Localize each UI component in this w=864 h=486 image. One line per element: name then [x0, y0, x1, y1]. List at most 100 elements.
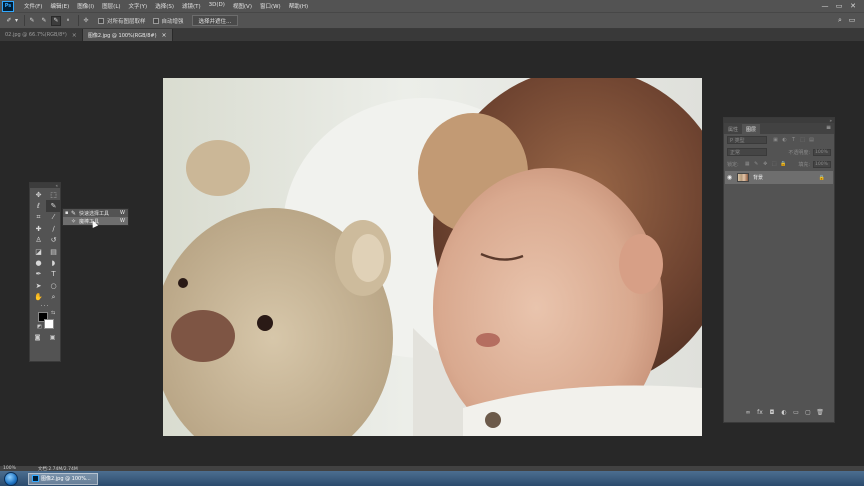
add-mask-icon[interactable]: ◘	[766, 409, 778, 416]
link-layers-icon[interactable]: ∞	[742, 409, 754, 416]
close-icon[interactable]: ×	[72, 32, 77, 39]
lock-all-icon[interactable]: 🔒	[779, 161, 788, 167]
menu-window[interactable]: 窗口(W)	[256, 2, 285, 10]
smart-object-filter-icon[interactable]: ▤	[807, 137, 816, 143]
close-button[interactable]: ✕	[846, 2, 860, 10]
menu-edit[interactable]: 编辑(E)	[46, 2, 73, 10]
new-selection-icon[interactable]: ✎	[27, 16, 37, 26]
brush-settings-icon[interactable]: ⚬	[63, 16, 73, 26]
sample-all-layers-checkbox[interactable]: 对所有图层取样	[98, 17, 146, 25]
tab-02-jpg[interactable]: 02.jpg @ 66.7%(RGB/8*) ×	[0, 29, 83, 41]
menu-filter[interactable]: 滤镜(T)	[178, 2, 205, 10]
tab-layers[interactable]: 图层	[742, 124, 761, 134]
tools-panel: « ✥ ⬚ ℓ ✎ ⌗ ⁄ ✚ ∕ ♙ ↺ ◪ ▤ ● ◗ ✒ T ➤ ○ ✋ …	[29, 182, 61, 362]
layer-row-background[interactable]: ◉ 背景 🔒	[725, 171, 833, 184]
screen-mode-icon[interactable]: ▣	[50, 334, 56, 341]
tool-preset-icon[interactable]: ✐	[4, 16, 14, 26]
type-filter-icon[interactable]: T	[789, 137, 798, 143]
menu-type[interactable]: 文字(Y)	[125, 2, 152, 10]
taskbar-item-photoshop[interactable]: 图像2.jpg @ 100%...	[28, 472, 98, 485]
lock-position-icon[interactable]: ✥	[761, 161, 770, 167]
fill-input[interactable]: 100%	[813, 160, 831, 168]
tab-image2-jpg[interactable]: 图像2.jpg @ 100%(RGB/8#) ×	[82, 29, 173, 41]
add-to-selection-icon[interactable]: ✎	[39, 16, 49, 26]
start-button[interactable]	[4, 471, 18, 486]
flyout-item-quick-selection[interactable]: ▪ ✎ 快速选择工具 W	[63, 209, 128, 217]
magic-wand-icon: ✧	[71, 217, 77, 225]
document-image[interactable]	[163, 78, 702, 436]
quick-selection-tool-icon[interactable]: ✎	[46, 200, 61, 212]
quick-mask-icon[interactable]: ◙	[35, 334, 41, 341]
visibility-eye-icon[interactable]: ◉	[725, 174, 734, 181]
path-selection-icon[interactable]: ➤	[31, 280, 46, 291]
type-tool-icon[interactable]: T	[46, 269, 61, 280]
new-layer-icon[interactable]: ▢	[802, 409, 814, 416]
lasso-tool-icon[interactable]: ℓ	[31, 200, 46, 211]
close-icon[interactable]: ×	[162, 32, 167, 39]
menu-3d[interactable]: 3D(D)	[205, 2, 229, 10]
subtract-from-selection-icon[interactable]: ✎	[51, 15, 61, 26]
blend-mode-select[interactable]: 正常	[727, 148, 767, 156]
eyedropper-tool-icon[interactable]: ⁄	[46, 212, 61, 223]
hand-tool-icon[interactable]: ✋	[31, 292, 46, 303]
shape-filter-icon[interactable]: ⬚	[798, 137, 807, 143]
lock-row: 锁定: ▦ ✎ ✥ ⬚ 🔒 填充: 100%	[724, 158, 834, 170]
healing-brush-icon[interactable]: ✚	[31, 223, 46, 234]
blur-tool-icon[interactable]: ●	[31, 257, 46, 268]
gradient-tool-icon[interactable]: ▤	[46, 246, 61, 257]
move-tool-icon[interactable]: ✥	[31, 189, 46, 200]
minimize-button[interactable]: —	[818, 2, 832, 10]
opacity-input[interactable]: 100%	[813, 148, 831, 156]
filter-icons: ▣ ◐ T ⬚ ▤	[771, 137, 816, 143]
menu-help[interactable]: 帮助(H)	[285, 2, 312, 10]
swap-colors-icon[interactable]: ⇆	[51, 310, 55, 316]
new-group-icon[interactable]: ▭	[790, 409, 802, 416]
eraser-tool-icon[interactable]: ◪	[31, 246, 46, 257]
lock-transparent-icon[interactable]: ▦	[743, 161, 752, 167]
lock-artboard-icon[interactable]: ⬚	[770, 161, 779, 167]
layer-kind-filter[interactable]: P 类型	[727, 136, 767, 144]
layer-lock-icon: 🔒	[818, 174, 825, 181]
document-tabs: 02.jpg @ 66.7%(RGB/8*) × 图像2.jpg @ 100%(…	[0, 29, 864, 41]
more-tools-icon[interactable]: ···	[30, 303, 60, 310]
menu-items: 文件(F) 编辑(E) 图像(I) 图层(L) 文字(Y) 选择(S) 滤镜(T…	[20, 2, 312, 10]
pen-tool-icon[interactable]: ✒	[31, 269, 46, 280]
taskbar-item-label: 图像2.jpg @ 100%...	[41, 476, 91, 482]
layer-style-icon[interactable]: fx	[754, 409, 766, 416]
select-and-mask-button[interactable]: 选择并遮住...	[191, 15, 239, 26]
panel-menu-icon[interactable]: ≡	[826, 124, 831, 131]
checkbox-box	[152, 17, 159, 24]
menu-file[interactable]: 文件(F)	[20, 2, 46, 10]
preset-dropdown-icon[interactable]: ▾	[14, 16, 19, 26]
layers-panel-footer: ∞ fx ◘ ◐ ▭ ▢ 🗑	[724, 409, 834, 416]
zoom-tool-icon[interactable]: ⌕	[46, 292, 61, 303]
fill-label: 填充:	[798, 161, 810, 168]
checkbox-box	[98, 17, 104, 24]
background-color[interactable]	[44, 318, 54, 329]
default-colors-icon[interactable]: ◩	[37, 324, 42, 330]
menu-image[interactable]: 图像(I)	[73, 2, 98, 10]
brush-angle-icon[interactable]: ✢	[81, 16, 91, 26]
tab-properties[interactable]: 属性	[724, 124, 742, 134]
workspace-icon[interactable]: ▭	[846, 16, 858, 25]
menu-layer[interactable]: 图层(L)	[98, 2, 124, 10]
history-brush-icon[interactable]: ↺	[46, 235, 61, 246]
auto-enhance-checkbox[interactable]: 自动增强	[152, 17, 184, 25]
menu-view[interactable]: 视图(V)	[229, 2, 256, 10]
adjustment-filter-icon[interactable]: ◐	[780, 137, 789, 143]
dodge-tool-icon[interactable]: ◗	[46, 257, 61, 268]
lock-icons: ▦ ✎ ✥ ⬚ 🔒	[743, 161, 788, 167]
search-icon[interactable]: ⌕	[834, 16, 846, 25]
crop-tool-icon[interactable]: ⌗	[31, 212, 46, 223]
brush-tool-icon[interactable]: ∕	[46, 223, 61, 234]
restore-button[interactable]: ▭	[832, 2, 846, 10]
clone-stamp-icon[interactable]: ♙	[31, 235, 46, 246]
delete-layer-icon[interactable]: 🗑	[814, 409, 826, 416]
ellipse-tool-icon[interactable]: ○	[46, 280, 61, 291]
marquee-tool-icon[interactable]: ⬚	[46, 189, 61, 200]
lock-image-icon[interactable]: ✎	[752, 161, 761, 167]
layer-name: 背景	[753, 175, 764, 181]
menu-select[interactable]: 选择(S)	[151, 2, 178, 10]
pixel-filter-icon[interactable]: ▣	[771, 137, 780, 143]
adjustment-layer-icon[interactable]: ◐	[778, 409, 790, 416]
